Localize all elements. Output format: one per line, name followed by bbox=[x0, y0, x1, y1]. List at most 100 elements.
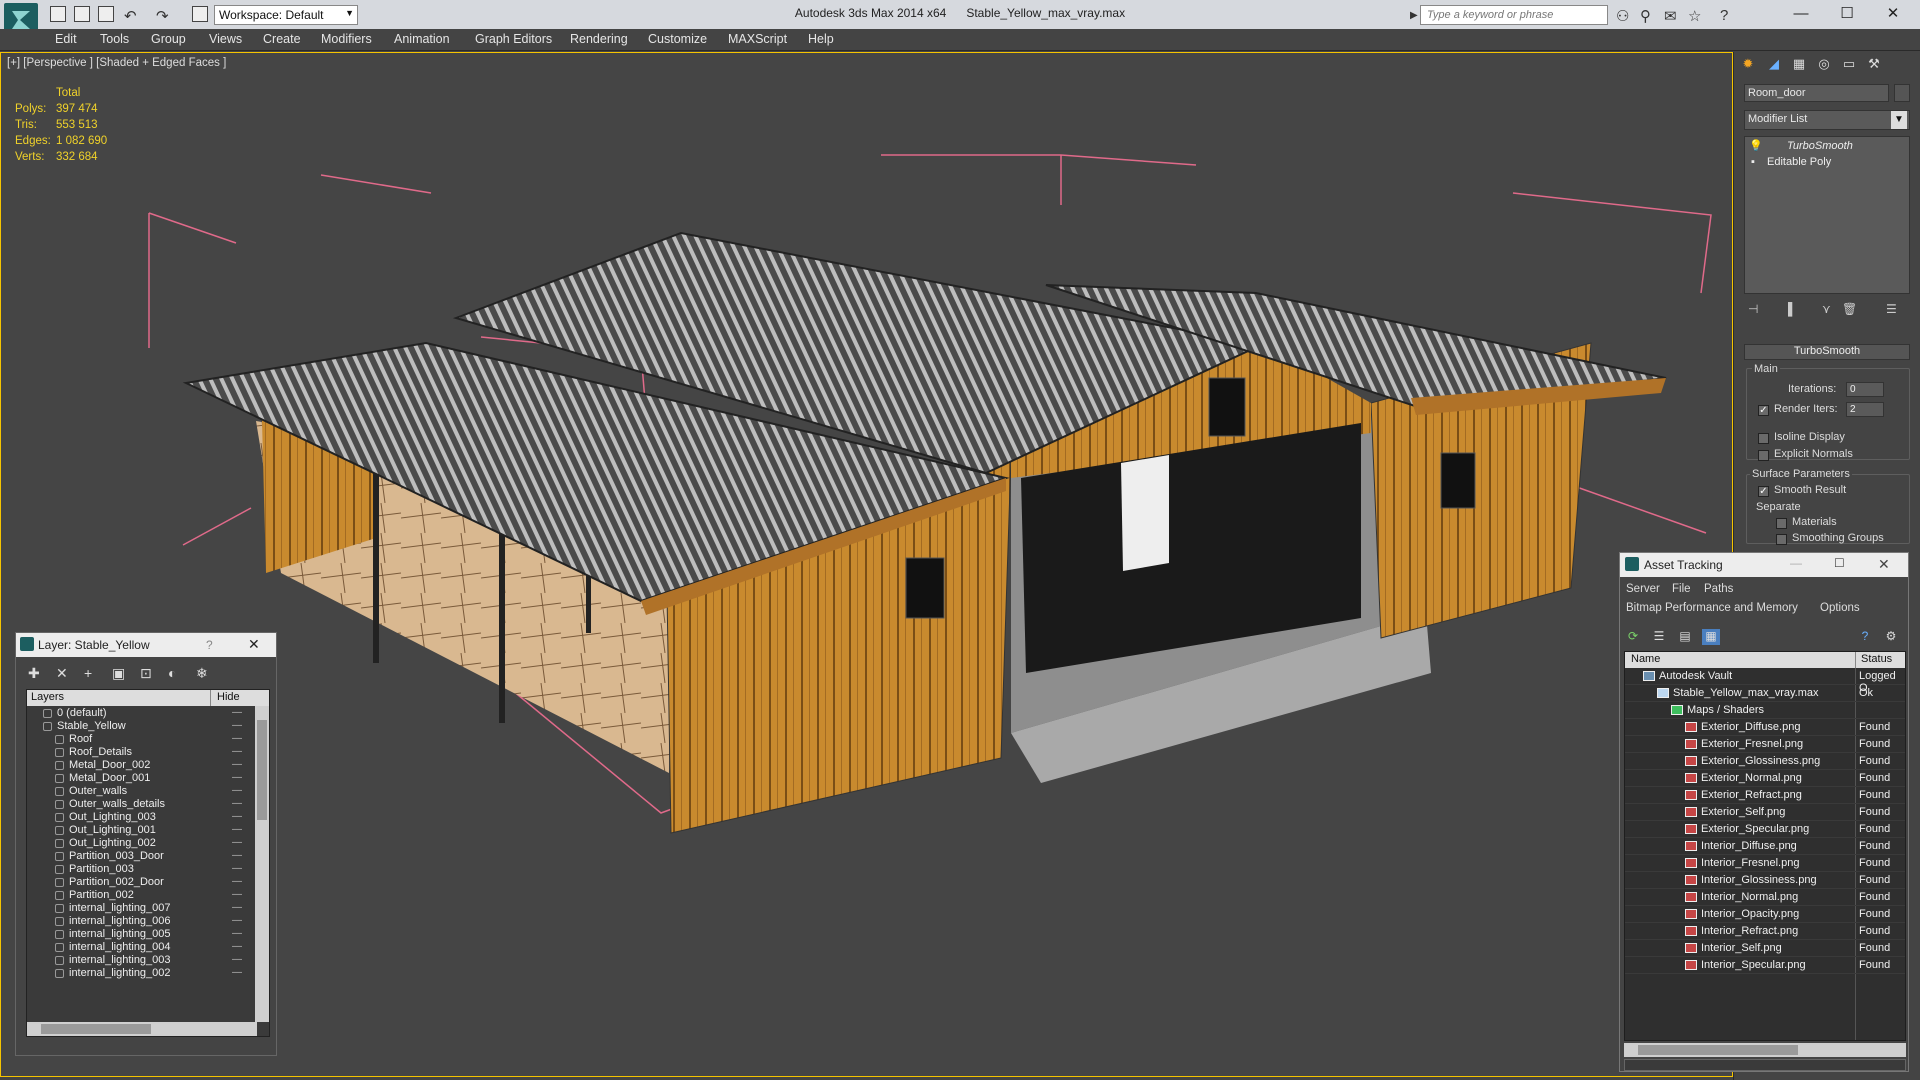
delete-layer-icon[interactable]: ✕ bbox=[56, 665, 68, 682]
help-icon[interactable]: ? bbox=[1856, 629, 1874, 645]
hide-toggle-icon[interactable]: — bbox=[232, 798, 242, 809]
hide-toggle-icon[interactable]: — bbox=[232, 850, 242, 861]
add-to-layer-icon[interactable]: + bbox=[84, 665, 92, 681]
show-end-result-icon[interactable]: ▌ bbox=[1788, 302, 1797, 316]
horizontal-scrollbar[interactable] bbox=[1624, 1043, 1906, 1057]
menu-customize[interactable]: Customize bbox=[648, 32, 707, 46]
asset-row[interactable]: Interior_Opacity.png Found bbox=[1625, 906, 1905, 923]
menu-modifiers[interactable]: Modifiers bbox=[321, 32, 372, 46]
layer-row[interactable]: internal_lighting_002 — bbox=[27, 966, 257, 982]
hide-toggle-icon[interactable]: — bbox=[232, 785, 242, 796]
close-button[interactable]: ✕ bbox=[1870, 2, 1916, 26]
hide-toggle-icon[interactable]: — bbox=[232, 811, 242, 822]
asset-row[interactable]: Stable_Yellow_max_vray.max Ok bbox=[1625, 685, 1905, 702]
asset-row[interactable]: Exterior_Fresnel.png Found bbox=[1625, 736, 1905, 753]
isoline-checkbox[interactable] bbox=[1758, 433, 1769, 444]
stack-item-turbosmooth[interactable]: TurboSmooth bbox=[1787, 140, 1853, 152]
pin-stack-icon[interactable]: ⊣ bbox=[1748, 302, 1758, 316]
asset-row[interactable]: Interior_Fresnel.png Found bbox=[1625, 855, 1905, 872]
asset-row[interactable]: Exterior_Normal.png Found bbox=[1625, 770, 1905, 787]
materials-checkbox[interactable] bbox=[1776, 518, 1787, 529]
scrollbar-thumb[interactable] bbox=[257, 720, 267, 820]
asset-row[interactable]: Interior_Specular.png Found bbox=[1625, 957, 1905, 974]
subscription-icon[interactable]: ⚲ bbox=[1640, 7, 1651, 25]
motion-tab-icon[interactable]: ◎ bbox=[1813, 56, 1835, 76]
asset-row[interactable]: Exterior_Self.png Found bbox=[1625, 804, 1905, 821]
asset-row[interactable]: Interior_Diffuse.png Found bbox=[1625, 838, 1905, 855]
asset-row[interactable]: Interior_Refract.png Found bbox=[1625, 923, 1905, 940]
modify-tab-icon[interactable]: ◢ bbox=[1763, 56, 1785, 76]
search-input[interactable] bbox=[1420, 5, 1608, 25]
configure-sets-icon[interactable]: ☰ bbox=[1886, 302, 1897, 316]
expand-icon[interactable]: ▪ bbox=[1751, 156, 1755, 168]
hide-toggle-icon[interactable]: — bbox=[232, 941, 242, 952]
asset-row[interactable]: Exterior_Diffuse.png Found bbox=[1625, 719, 1905, 736]
favorites-icon[interactable]: ☆ bbox=[1688, 7, 1701, 25]
hide-toggle-icon[interactable]: — bbox=[232, 928, 242, 939]
layer-window-titlebar[interactable]: Layer: Stable_Yellow ? ✕ bbox=[16, 633, 276, 657]
menu-options[interactable]: Options bbox=[1820, 602, 1860, 614]
iterations-spinner[interactable] bbox=[1846, 382, 1884, 397]
make-unique-icon[interactable]: ⋎ bbox=[1822, 302, 1831, 316]
modifier-list-dropdown[interactable]: Modifier List ▼ bbox=[1744, 110, 1910, 130]
highlight-layer-icon[interactable]: ⊡ bbox=[140, 665, 152, 682]
hierarchy-tab-icon[interactable]: ▦ bbox=[1788, 56, 1810, 76]
new-layer-icon[interactable]: ✚ bbox=[28, 665, 40, 682]
minimize-button[interactable]: — bbox=[1790, 556, 1802, 570]
menu-create[interactable]: Create bbox=[263, 32, 301, 46]
menu-bitmap-performance[interactable]: Bitmap Performance and Memory bbox=[1626, 602, 1798, 614]
light-bulb-icon[interactable]: 💡 bbox=[1749, 139, 1763, 152]
minimize-button[interactable]: — bbox=[1778, 2, 1824, 26]
render-iters-checkbox[interactable]: ✓ bbox=[1758, 405, 1769, 416]
menu-group[interactable]: Group bbox=[151, 32, 186, 46]
viewport-label[interactable]: [+] [Perspective ] [Shaded + Edged Faces… bbox=[7, 57, 226, 69]
hide-toggle-icon[interactable]: — bbox=[232, 759, 242, 770]
list-view-icon[interactable]: ☰ bbox=[1650, 629, 1668, 645]
table-view-icon[interactable]: ▤ bbox=[1676, 629, 1694, 645]
select-objects-icon[interactable]: ▣ bbox=[112, 665, 125, 682]
asset-row[interactable]: Interior_Normal.png Found bbox=[1625, 889, 1905, 906]
object-name-field[interactable] bbox=[1744, 84, 1889, 102]
vertical-scrollbar[interactable] bbox=[255, 706, 269, 1022]
help-button[interactable]: ? bbox=[206, 638, 213, 652]
scrollbar-thumb[interactable] bbox=[41, 1024, 151, 1034]
communication-icon[interactable]: ✉ bbox=[1664, 7, 1677, 25]
layers-column-header[interactable]: Layers bbox=[31, 691, 64, 703]
hide-toggle-icon[interactable]: — bbox=[232, 824, 242, 835]
asset-row[interactable]: Interior_Self.png Found bbox=[1625, 940, 1905, 957]
menu-file[interactable]: File bbox=[1672, 583, 1691, 595]
display-tab-icon[interactable]: ▭ bbox=[1838, 56, 1860, 76]
hide-toggle-icon[interactable]: — bbox=[232, 902, 242, 913]
menu-graph-editors[interactable]: Graph Editors bbox=[475, 32, 552, 46]
freeze-all-icon[interactable]: ❄ bbox=[196, 665, 208, 682]
hide-toggle-icon[interactable]: — bbox=[232, 889, 242, 900]
maximize-button[interactable]: ☐ bbox=[1824, 2, 1870, 26]
search-arrow-icon[interactable]: ▶ bbox=[1410, 10, 1418, 21]
maximize-button[interactable]: ☐ bbox=[1834, 556, 1845, 570]
refresh-icon[interactable]: ⟳ bbox=[1624, 629, 1642, 645]
close-icon[interactable]: ✕ bbox=[1878, 556, 1890, 573]
name-column-header[interactable]: Name bbox=[1631, 653, 1660, 665]
menu-help[interactable]: Help bbox=[808, 32, 834, 46]
hide-column-header[interactable]: Hide bbox=[217, 691, 240, 703]
hide-toggle-icon[interactable]: — bbox=[232, 707, 242, 718]
hide-toggle-icon[interactable]: — bbox=[232, 746, 242, 757]
object-color-swatch[interactable] bbox=[1894, 84, 1910, 102]
menu-animation[interactable]: Animation bbox=[394, 32, 450, 46]
hide-toggle-icon[interactable]: — bbox=[232, 915, 242, 926]
asset-row[interactable]: Exterior_Glossiness.png Found bbox=[1625, 753, 1905, 770]
status-column-header[interactable]: Status bbox=[1861, 653, 1892, 665]
asset-row[interactable]: Maps / Shaders bbox=[1625, 702, 1905, 719]
hide-toggle-icon[interactable]: — bbox=[232, 720, 242, 731]
asset-row[interactable]: Exterior_Specular.png Found bbox=[1625, 821, 1905, 838]
menu-tools[interactable]: Tools bbox=[100, 32, 129, 46]
menu-rendering[interactable]: Rendering bbox=[570, 32, 628, 46]
menu-maxscript[interactable]: MAXScript bbox=[728, 32, 787, 46]
hide-toggle-icon[interactable]: — bbox=[232, 733, 242, 744]
asset-row[interactable]: Autodesk Vault Logged O bbox=[1625, 668, 1905, 694]
binoculars-icon[interactable]: ⚇ bbox=[1616, 7, 1629, 25]
stack-item-editable-poly[interactable]: Editable Poly bbox=[1767, 156, 1831, 168]
help-icon[interactable]: ? bbox=[1720, 7, 1728, 24]
hide-toggle-icon[interactable]: — bbox=[232, 954, 242, 965]
menu-edit[interactable]: Edit bbox=[55, 32, 77, 46]
